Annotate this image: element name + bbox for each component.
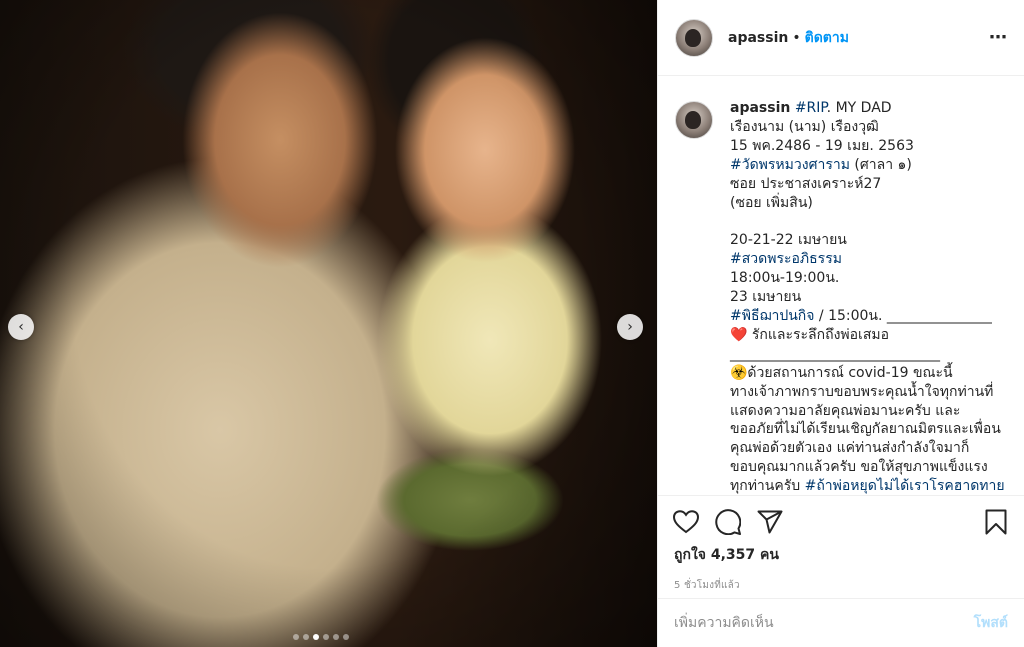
add-comment-bar: เพิ่มความคิดเห็น โพสต์	[658, 598, 1024, 647]
caption-line-text: 18:00น-19:00น.	[730, 270, 840, 287]
caption-username[interactable]: apassin	[730, 100, 790, 116]
carousel-dot	[333, 634, 339, 640]
heart-icon[interactable]	[672, 508, 700, 536]
post-actions: ถูกใจ 4,357 คน 5 ชั่วโมงที่แล้ว	[658, 495, 1024, 593]
caption-line-text: (ศาลา ๑)	[849, 156, 912, 173]
carousel-dot	[323, 634, 329, 640]
caption-line-text	[730, 213, 734, 229]
caption-line-text: (ซอย เพิ่มสิน)	[730, 194, 813, 211]
hashtag-link[interactable]: #สวดพระอภิธรรม	[730, 251, 842, 267]
caption-line-text: คุณพ่อด้วยตัวเอง แค่ท่านส่งกำลังใจมาก็	[730, 440, 970, 457]
caption-line-text: ซอย ประชาสงเคราะห์27	[730, 175, 882, 192]
hashtag-link[interactable]: #ถ้าพ่อหยุดไม่ได้เราโรคฮาดทาย	[805, 478, 1005, 494]
caption-line-text: 15 พค.2486 - 19 เมย. 2563	[730, 137, 914, 154]
post-photo[interactable]: ‹ ›	[0, 0, 657, 647]
caption-line-text: 20-21-22 เมษายน	[730, 232, 847, 249]
more-options-icon[interactable]: ⋯	[989, 27, 1008, 48]
carousel-prev-button[interactable]: ‹	[8, 314, 34, 340]
caption-line-text: ______________________________	[730, 345, 940, 362]
avatar[interactable]	[675, 101, 713, 139]
header-username[interactable]: apassin	[728, 30, 788, 46]
carousel-next-button[interactable]: ›	[617, 314, 643, 340]
comments-list[interactable]: apassin #RIP. MY DAD เรืองนาม (นาม) เรือ…	[658, 77, 1024, 495]
comment-input[interactable]: เพิ่มความคิดเห็น	[674, 612, 974, 634]
carousel-dot	[313, 634, 319, 640]
carousel-dot	[303, 634, 309, 640]
caption-line-text: ☣️ด้วยสถานการณ์ covid-19 ขณะนี้	[730, 364, 953, 381]
caption-line-text: 23 เมษายน	[730, 289, 802, 306]
avatar[interactable]	[675, 18, 713, 57]
caption-line-text: ❤️ รักและระลึกถึงพ่อเสมอ	[730, 326, 890, 343]
follow-button[interactable]: ติดตาม	[805, 27, 849, 49]
carousel-dot	[293, 634, 299, 640]
caption-line-text: . MY DAD	[826, 100, 892, 116]
share-icon[interactable]	[756, 508, 784, 536]
caption-line-text: ทุกท่านครับ	[730, 478, 805, 495]
carousel-dot	[343, 634, 349, 640]
caption-line-text: ทางเจ้าภาพกราบขอบพระคุณน้ำใจทุกท่านที่	[730, 383, 994, 400]
caption-line-text: เรืองนาม (นาม) เรืองวุฒิ	[730, 118, 879, 135]
header-separator: •	[792, 29, 801, 46]
caption-line-text: แสดงความอาลัยคุณพ่อมานะครับ และ	[730, 402, 961, 419]
comment-icon[interactable]	[714, 508, 742, 536]
caption-line-text: / 15:00น. _______________	[814, 307, 992, 324]
post-timestamp[interactable]: 5 ชั่วโมงที่แล้ว	[658, 578, 1024, 593]
post-comment-button[interactable]: โพสต์	[974, 612, 1008, 634]
bookmark-icon[interactable]	[982, 508, 1010, 536]
post-header: apassin • ติดตาม ⋯	[658, 0, 1024, 76]
carousel-dots	[293, 634, 349, 640]
caption: apassin #RIP. MY DAD เรืองนาม (นาม) เรือ…	[658, 77, 1024, 495]
hashtag-link[interactable]: #วัดพรหมวงศาราม	[730, 157, 850, 173]
post-sidebar: apassin • ติดตาม ⋯ apassin #RIP. MY DAD …	[657, 0, 1024, 647]
caption-line-text: ขออภัยที่ไม่ได้เรียนเชิญกัลยาณมิตรและเพื…	[730, 421, 1001, 438]
hashtag-link[interactable]: #พิธีฌาปนกิจ	[730, 308, 814, 324]
photo-vignette	[0, 0, 657, 647]
post-dialog: ‹ › apassin • ติดตาม ⋯ apassin #RIP. MY …	[0, 0, 1024, 647]
hashtag-link[interactable]: #RIP	[795, 100, 827, 116]
caption-line-text: ขอบคุณมากแล้วครับ ขอให้สุขภาพแข็งแรง	[730, 459, 988, 476]
caption-text: apassin #RIP. MY DAD เรืองนาม (นาม) เรือ…	[730, 99, 1008, 495]
likes-count[interactable]: ถูกใจ 4,357 คน	[658, 544, 1024, 566]
action-icons	[658, 496, 1024, 548]
